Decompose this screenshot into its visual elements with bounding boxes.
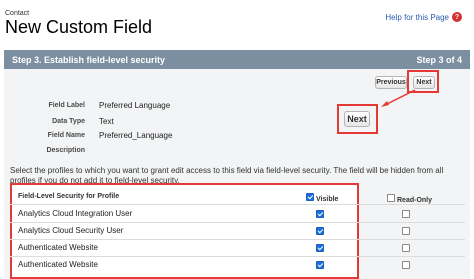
description-label: Description [46,147,85,154]
profile-name: Analytics Cloud Security User [18,226,124,235]
breadcrumb: Contact [5,10,30,17]
step-title: Step 3. Establish field-level security [12,54,166,65]
visible-checkbox[interactable] [316,261,324,269]
question-icon[interactable]: ? [452,12,462,22]
row-divider [10,222,465,223]
visible-header-label: Visible [316,196,339,203]
row-divider [10,256,465,257]
field-name-label: Field Name [47,132,85,139]
readonly-checkbox[interactable] [402,227,410,235]
data-type-label: Data Type [52,118,85,125]
readonly-checkbox[interactable] [402,210,410,218]
visible-column-header: Visible [306,190,338,203]
page-title: New Custom Field [5,17,153,37]
help-link-label[interactable]: Help for this Page [385,13,449,22]
row-divider [10,239,465,240]
row-divider [10,204,465,205]
next-large-button[interactable]: Next [344,111,370,127]
annotation-arrow-icon [381,89,416,107]
data-type-value: Text [99,117,114,126]
readonly-header-label: Read-Only [397,197,433,204]
visible-checkbox[interactable] [316,227,324,235]
readonly-checkbox[interactable] [402,261,410,269]
field-label-label: Field Label [48,102,85,109]
readonly-checkbox[interactable] [402,244,410,252]
step-header: Step 3. Establish field-level security S… [4,50,470,69]
readonly-column-header: Read-Only [387,191,432,204]
visible-checkbox[interactable] [316,210,324,218]
profile-name: Authenticated Website [18,260,98,269]
visible-select-all-checkbox[interactable] [306,192,314,201]
readonly-select-all-checkbox[interactable] [387,193,395,202]
profile-column-header: Field-Level Security for Profile [18,193,120,200]
step-counter: Step 3 of 4 [416,54,462,65]
field-name-value: Preferred_Language [99,131,173,140]
field-label-value: Preferred Language [99,101,171,110]
profile-name: Analytics Cloud Integration User [18,209,133,218]
help-link[interactable]: Help for this Page ? [385,12,462,22]
visible-checkbox[interactable] [316,244,324,252]
profile-name: Authenticated Website [18,243,98,252]
